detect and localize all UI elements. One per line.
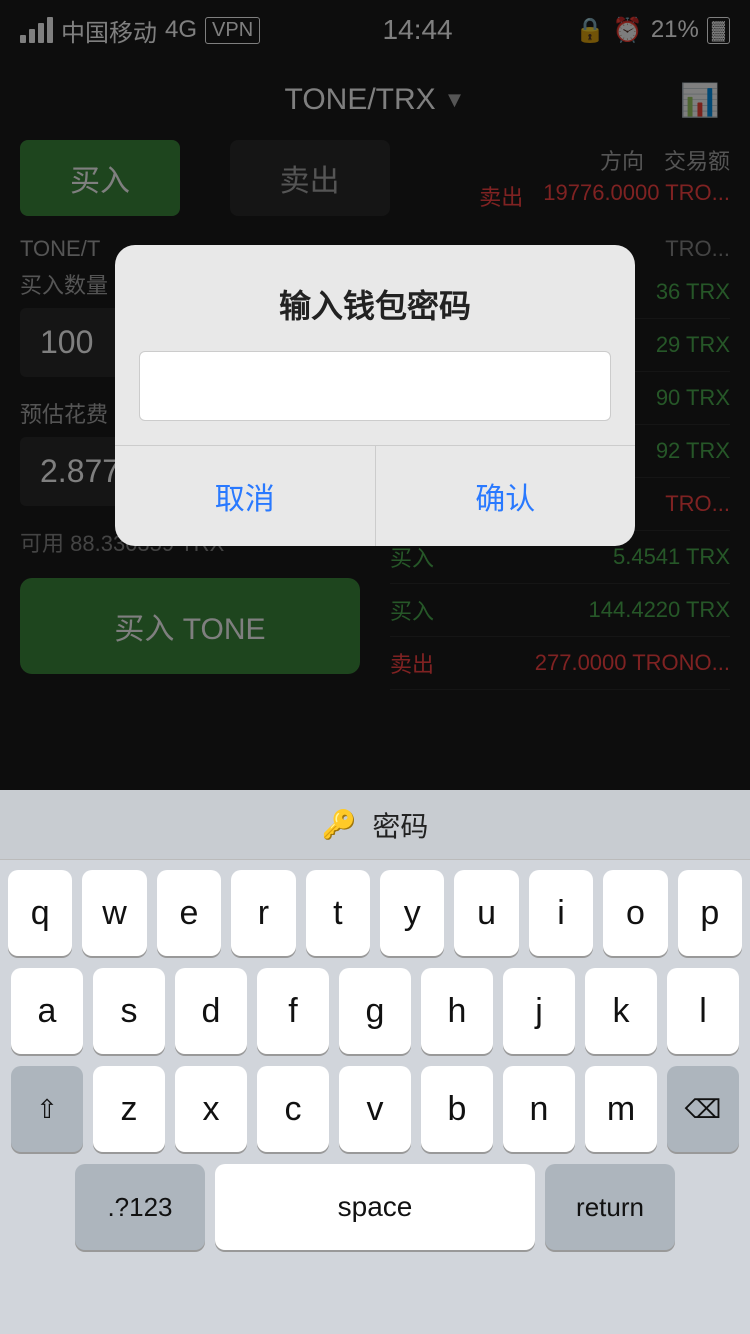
key-p[interactable]: p <box>678 870 742 956</box>
password-modal: 输入钱包密码 取消 确认 <box>115 245 635 546</box>
key-s[interactable]: s <box>93 968 165 1054</box>
key-z[interactable]: z <box>93 1066 165 1152</box>
key-row-2: a s d f g h j k l <box>8 968 742 1054</box>
key-o[interactable]: o <box>603 870 667 956</box>
password-input[interactable] <box>139 351 611 421</box>
key-n[interactable]: n <box>503 1066 575 1152</box>
key-t[interactable]: t <box>306 870 370 956</box>
key-g[interactable]: g <box>339 968 411 1054</box>
key-c[interactable]: c <box>257 1066 329 1152</box>
modal-input-wrap <box>115 351 635 445</box>
modal-buttons: 取消 确认 <box>115 445 635 546</box>
keyboard-password-label: 密码 <box>372 805 428 845</box>
key-a[interactable]: a <box>11 968 83 1054</box>
key-w[interactable]: w <box>82 870 146 956</box>
modal-overlay: 输入钱包密码 取消 确认 <box>0 0 750 790</box>
key-q[interactable]: q <box>8 870 72 956</box>
keyboard-area: 🔑 密码 q w e r t y u i o p a s d f g h j k… <box>0 790 750 1334</box>
key-icon: 🔑 <box>322 808 357 841</box>
key-row-3: ⇧ z x c v b n m ⌫ <box>8 1066 742 1152</box>
cancel-button[interactable]: 取消 <box>115 446 376 546</box>
key-y[interactable]: y <box>380 870 444 956</box>
key-b[interactable]: b <box>421 1066 493 1152</box>
key-u[interactable]: u <box>454 870 518 956</box>
key-h[interactable]: h <box>421 968 493 1054</box>
key-d[interactable]: d <box>175 968 247 1054</box>
space-key[interactable]: space <box>215 1164 535 1250</box>
key-i[interactable]: i <box>529 870 593 956</box>
key-m[interactable]: m <box>585 1066 657 1152</box>
shift-key[interactable]: ⇧ <box>11 1066 83 1152</box>
key-row-1: q w e r t y u i o p <box>8 870 742 956</box>
bottom-row: .?123 space return <box>0 1164 750 1250</box>
modal-title: 输入钱包密码 <box>115 245 635 351</box>
key-x[interactable]: x <box>175 1066 247 1152</box>
key-v[interactable]: v <box>339 1066 411 1152</box>
confirm-button[interactable]: 确认 <box>376 446 636 546</box>
key-r[interactable]: r <box>231 870 295 956</box>
delete-key[interactable]: ⌫ <box>667 1066 739 1152</box>
num-key[interactable]: .?123 <box>75 1164 205 1250</box>
key-k[interactable]: k <box>585 968 657 1054</box>
key-f[interactable]: f <box>257 968 329 1054</box>
keyboard-password-row: 🔑 密码 <box>0 790 750 860</box>
keyboard-rows: q w e r t y u i o p a s d f g h j k l ⇧ … <box>0 860 750 1152</box>
key-j[interactable]: j <box>503 968 575 1054</box>
return-key[interactable]: return <box>545 1164 675 1250</box>
key-e[interactable]: e <box>157 870 221 956</box>
key-l[interactable]: l <box>667 968 739 1054</box>
